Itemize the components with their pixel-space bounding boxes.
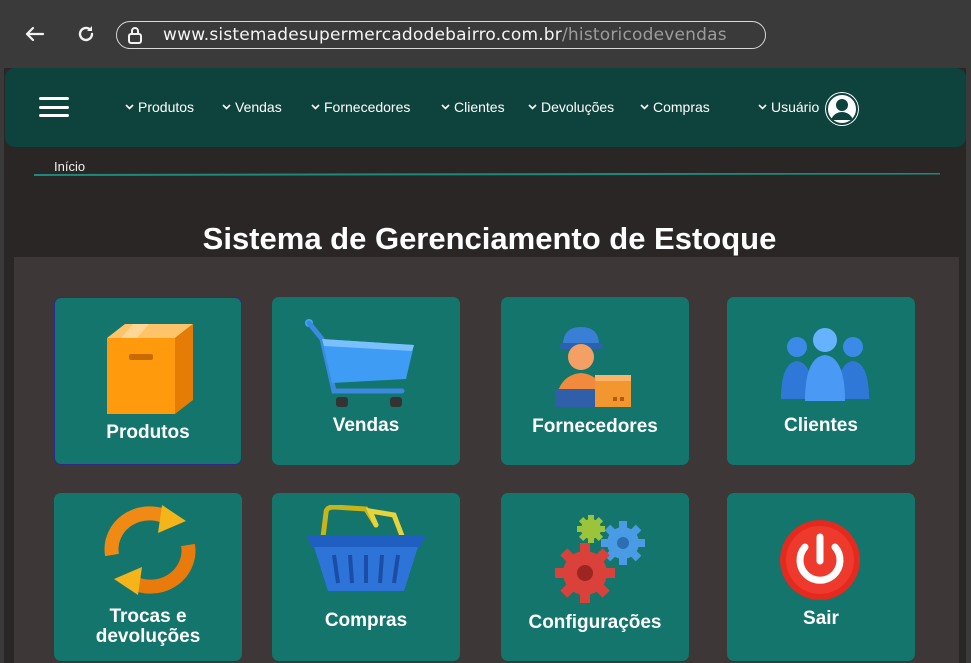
hamburger-menu-icon[interactable] — [39, 97, 69, 117]
tile-label: Clientes — [784, 415, 858, 436]
chevron-down-icon — [758, 102, 768, 112]
exchange-arrows-icon — [104, 505, 196, 595]
tile-fornecedores[interactable]: Fornecedores — [501, 297, 689, 465]
chevron-down-icon — [441, 102, 451, 112]
chevron-down-icon — [528, 102, 538, 112]
tile-label: Trocas e devoluções — [95, 606, 201, 647]
chevron-down-icon — [640, 102, 650, 112]
chevron-down-icon — [125, 102, 135, 112]
user-avatar-icon[interactable] — [825, 92, 859, 126]
tile-clientes[interactable]: Clientes — [727, 297, 915, 465]
box-icon — [107, 324, 193, 414]
url-path: /historicodevendas — [562, 25, 727, 45]
menu-label: Clientes — [454, 99, 505, 115]
back-arrow-icon[interactable] — [20, 20, 48, 48]
page-title: Sistema de Gerenciamento de Estoque — [202, 221, 777, 256]
tile-label: Configurações — [528, 612, 662, 633]
power-icon — [780, 520, 860, 600]
reload-icon[interactable] — [72, 20, 100, 48]
lock-icon — [127, 26, 145, 44]
menu-label: Devoluções — [541, 99, 615, 115]
menu-devolucoes[interactable]: Devoluções — [528, 99, 614, 115]
breadcrumb[interactable]: Início — [54, 159, 85, 174]
tile-label: Vendas — [332, 415, 400, 436]
menu-label: Usuário — [771, 99, 820, 115]
address-bar[interactable]: www.sistemadesupermercadodebairro.com.br… — [116, 21, 766, 49]
menu-label: Compras — [653, 99, 710, 115]
page-content: Produtos Vendas Fornecedores Clientes De… — [4, 68, 966, 663]
menu-usuario[interactable]: Usuário — [758, 99, 819, 115]
url-domain: www.sistemadesupermercadodebairro.com.br — [163, 25, 562, 45]
menu-label: Produtos — [138, 99, 195, 115]
tile-label: Fornecedores — [532, 416, 658, 437]
menu-label: Vendas — [235, 99, 282, 115]
tile-sair[interactable]: Sair — [727, 493, 915, 661]
tile-vendas[interactable]: Vendas — [272, 297, 460, 465]
shopping-cart-icon — [305, 319, 414, 407]
tile-produtos[interactable]: Produtos — [54, 297, 242, 465]
tile-label: Sair — [803, 608, 839, 629]
delivery-person-icon — [555, 327, 631, 407]
users-group-icon — [781, 328, 869, 401]
app-header: Produtos Vendas Fornecedores Clientes De… — [5, 68, 966, 147]
menu-label: Fornecedores — [324, 99, 411, 115]
menu-compras[interactable]: Compras — [640, 99, 710, 115]
breadcrumb-divider — [34, 173, 940, 176]
dashboard-grid: Produtos Vendas Fornecedores Clientes Tr… — [14, 257, 959, 663]
tile-label: Produtos — [106, 422, 190, 443]
menu-vendas[interactable]: Vendas — [222, 99, 282, 115]
menu-produtos[interactable]: Produtos — [125, 99, 194, 115]
tile-configuracoes[interactable]: Configurações — [501, 493, 689, 661]
gears-icon — [555, 515, 645, 603]
tile-label: Compras — [324, 610, 408, 631]
tile-compras[interactable]: Compras — [272, 493, 460, 661]
tile-trocas-devolucoes[interactable]: Trocas e devoluções — [54, 493, 242, 661]
menu-clientes[interactable]: Clientes — [441, 99, 505, 115]
browser-toolbar: www.sistemadesupermercadodebairro.com.br… — [0, 0, 971, 68]
menu-fornecedores[interactable]: Fornecedores — [311, 99, 410, 115]
shopping-basket-icon — [306, 505, 426, 591]
chevron-down-icon — [311, 102, 321, 112]
chevron-down-icon — [222, 102, 232, 112]
